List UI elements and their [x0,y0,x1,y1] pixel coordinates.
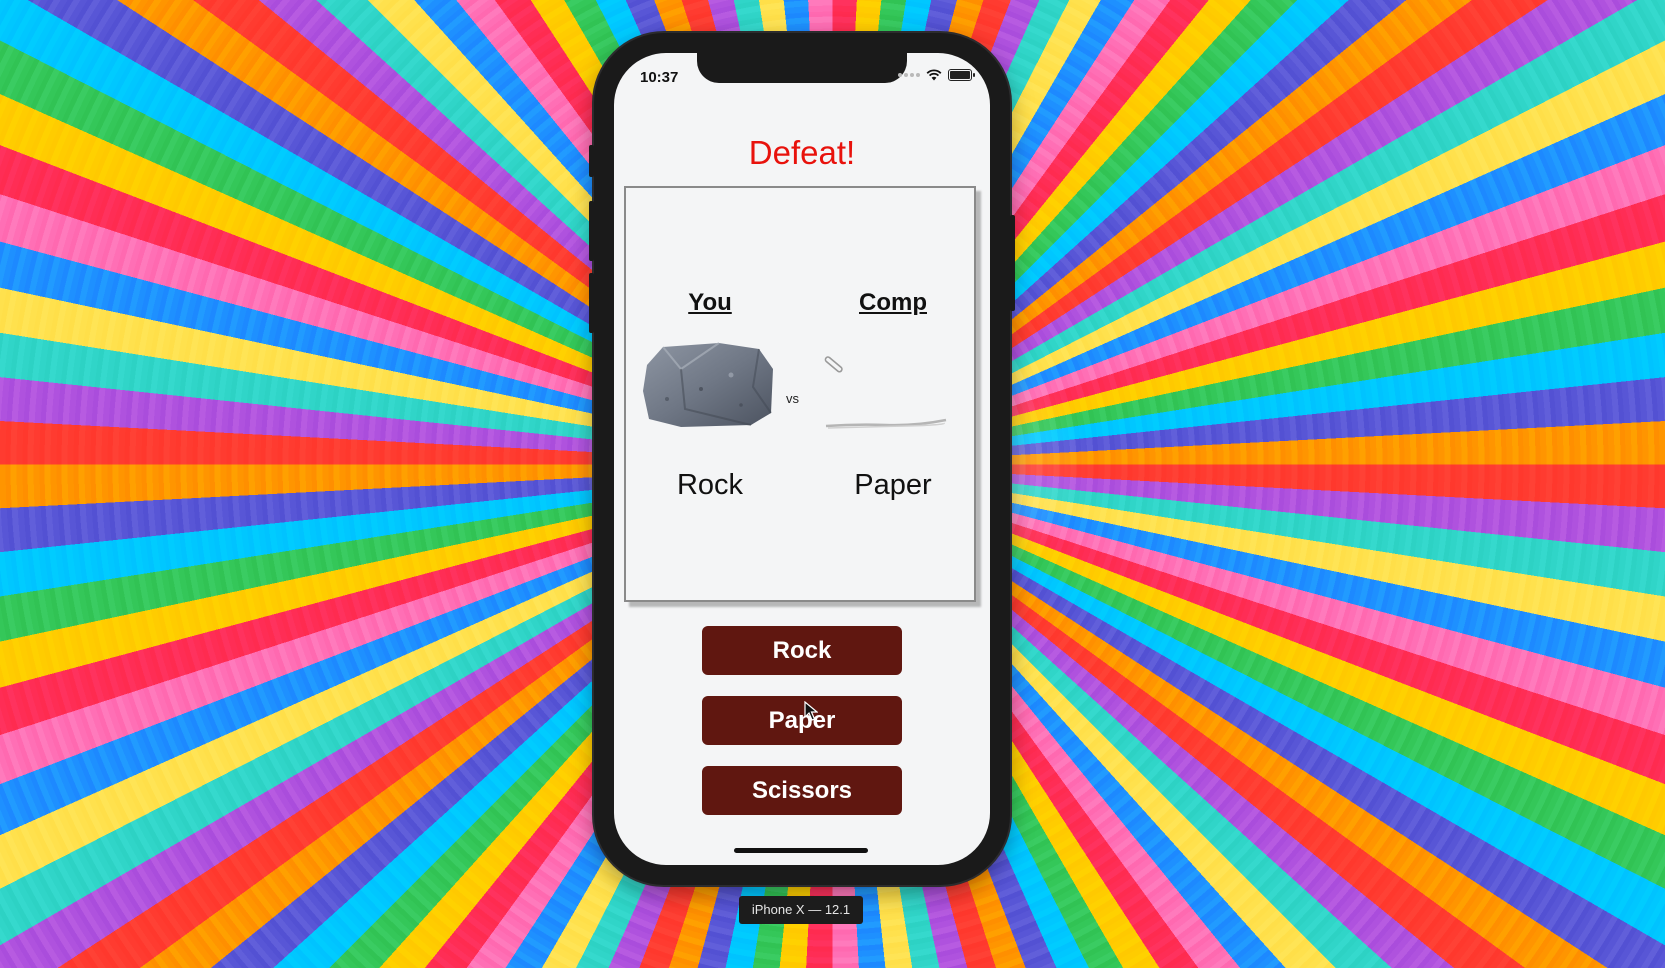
you-heading: You [688,289,732,316]
notch [697,53,907,83]
comp-choice-text: Paper [854,469,932,501]
volume-up-button [589,201,594,261]
rock-button[interactable]: Rock [702,626,902,675]
rock-image [643,342,773,427]
mouse-cursor-icon [804,701,818,721]
scissors-button[interactable]: Scissors [702,766,902,815]
vs-label: vs [786,391,799,406]
app-screen: 10:37 Defeat! You Comp vs Rock Paper Roc… [614,53,990,865]
comp-heading: Comp [859,289,927,316]
game-board: You Comp vs Rock Paper [624,186,976,602]
iphone-simulator-device: 10:37 Defeat! You Comp vs Rock Paper Roc… [589,33,1015,885]
result-title: Defeat! [748,134,856,171]
mute-switch [589,145,594,177]
home-indicator[interactable] [734,848,868,853]
you-choice-text: Rock [676,469,744,501]
power-button [1010,215,1015,311]
status-icons [898,69,975,81]
volume-down-button [589,273,594,333]
wifi-icon [926,69,942,81]
paper-image [824,356,947,429]
signal-dots-icon [898,73,920,77]
paper-button[interactable]: Paper [702,696,902,745]
status-time: 10:37 [640,69,679,86]
simulator-device-label: iPhone X — 12.1 [739,896,863,924]
battery-icon [948,69,975,81]
